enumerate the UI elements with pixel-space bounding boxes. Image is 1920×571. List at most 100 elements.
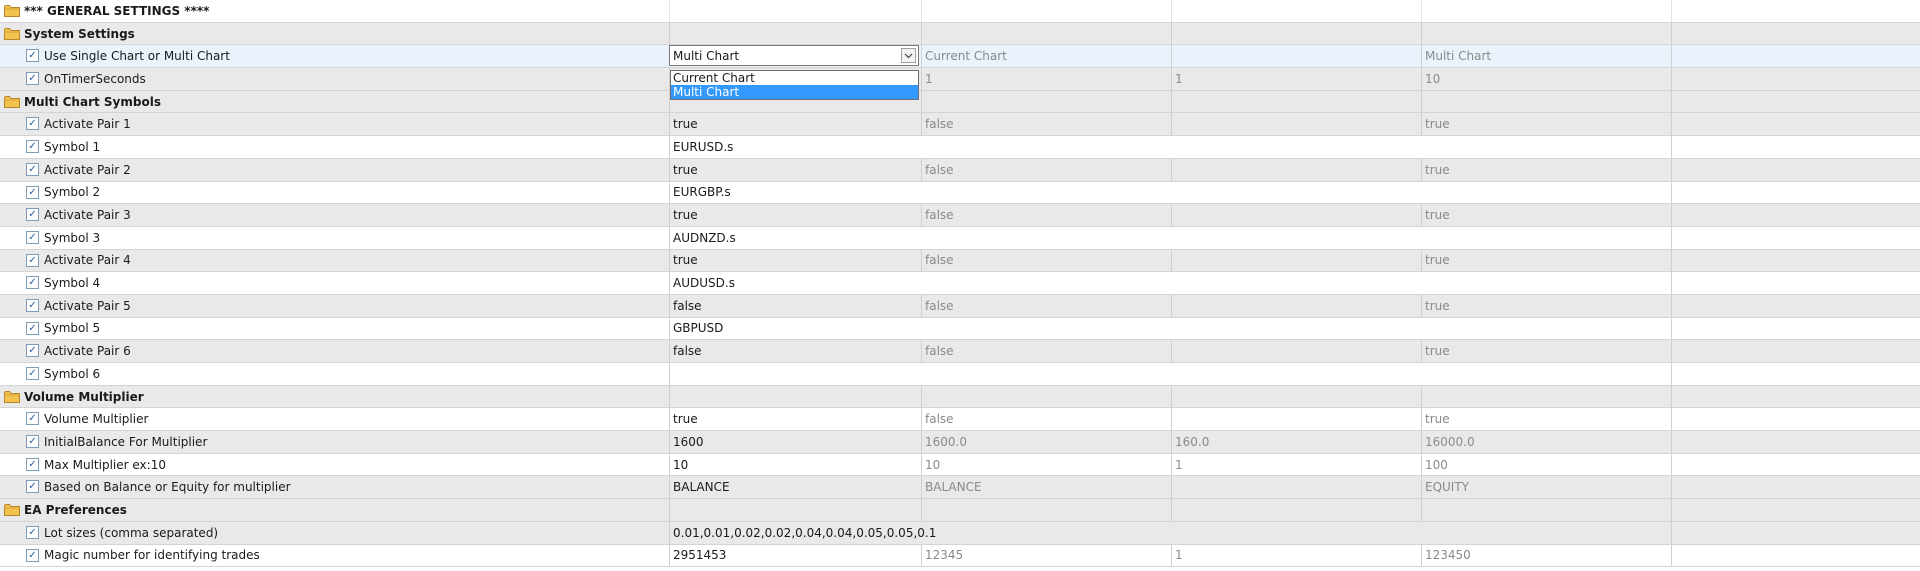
step-cell[interactable] — [1171, 158, 1421, 181]
checkbox-checked-icon[interactable]: ✓ — [26, 208, 39, 222]
stop-cell[interactable]: true — [1421, 158, 1671, 181]
checkbox-checked-icon[interactable]: ✓ — [26, 117, 39, 131]
param-row-activate-pair-5[interactable]: ✓ Activate Pair 5 false false true — [0, 294, 1920, 318]
start-cell[interactable]: 10 — [921, 453, 1171, 476]
value-cell[interactable]: AUDNZD.s — [669, 226, 1671, 249]
group-row-system-settings[interactable]: System Settings — [0, 22, 1920, 46]
param-row-symbol-1[interactable]: ✓ Symbol 1 EURUSD.s — [0, 136, 1920, 159]
value-cell[interactable]: true — [669, 113, 921, 136]
checkbox-checked-icon[interactable]: ✓ — [26, 525, 39, 539]
stop-cell[interactable]: true — [1421, 249, 1671, 272]
checkbox-checked-icon[interactable]: ✓ — [26, 298, 39, 312]
param-row-ontimerseconds[interactable]: ✓ OnTimerSeconds 1 1 10 — [0, 68, 1920, 91]
param-row-symbol-6[interactable]: ✓ Symbol 6 — [0, 363, 1920, 386]
folder-icon[interactable] — [4, 4, 20, 17]
chevron-down-icon[interactable] — [901, 48, 916, 64]
value-cell[interactable]: EURGBP.s — [669, 181, 1671, 204]
start-cell[interactable]: false — [921, 204, 1171, 226]
folder-icon[interactable] — [4, 27, 20, 40]
group-row-ea-preferences[interactable]: EA Preferences — [0, 499, 1920, 522]
checkbox-checked-icon[interactable]: ✓ — [26, 253, 39, 267]
folder-icon[interactable] — [4, 95, 20, 108]
value-cell[interactable]: EURUSD.s — [669, 136, 1671, 158]
param-row-symbol-5[interactable]: ✓ Symbol 5 GBPUSD — [0, 317, 1920, 341]
param-row-activate-pair-6[interactable]: ✓ Activate Pair 6 false false true — [0, 340, 1920, 363]
group-row-multi-chart-symbols[interactable]: Multi Chart Symbols — [0, 90, 1920, 114]
value-cell[interactable]: 2951453 — [669, 544, 921, 567]
group-row-volume-multiplier[interactable]: Volume Multiplier — [0, 385, 1920, 409]
chart-mode-dropdown[interactable]: Current Chart Multi Chart — [670, 70, 919, 100]
start-cell[interactable]: false — [921, 249, 1171, 272]
checkbox-checked-icon[interactable]: ✓ — [26, 367, 39, 380]
param-row-activate-pair-2[interactable]: ✓ Activate Pair 2 true false true — [0, 158, 1920, 182]
param-row-volume-multiplier[interactable]: ✓ Volume Multiplier true false true — [0, 408, 1920, 432]
checkbox-checked-icon[interactable]: ✓ — [26, 435, 39, 449]
checkbox-checked-icon[interactable]: ✓ — [26, 140, 39, 154]
start-cell[interactable]: false — [921, 158, 1171, 181]
step-cell[interactable] — [1171, 113, 1421, 136]
value-cell[interactable]: GBPUSD — [669, 317, 1671, 340]
folder-icon[interactable] — [4, 503, 20, 517]
stop-cell[interactable]: true — [1421, 294, 1671, 317]
value-cell[interactable]: 1600 — [669, 431, 921, 453]
stop-cell[interactable]: Multi Chart — [1421, 45, 1671, 68]
stop-cell[interactable]: 16000.0 — [1421, 431, 1671, 453]
param-row-activate-pair-1[interactable]: ✓ Activate Pair 1 true false true — [0, 113, 1920, 137]
step-cell[interactable]: 160.0 — [1171, 431, 1421, 453]
stop-cell[interactable]: true — [1421, 408, 1671, 431]
start-cell[interactable]: false — [921, 294, 1171, 317]
checkbox-checked-icon[interactable]: ✓ — [26, 276, 39, 290]
step-cell[interactable] — [1171, 45, 1421, 68]
step-cell[interactable] — [1171, 340, 1421, 362]
step-cell[interactable]: 1 — [1171, 453, 1421, 476]
value-cell[interactable]: true — [669, 249, 921, 272]
stop-cell[interactable]: 10 — [1421, 68, 1671, 90]
checkbox-checked-icon[interactable]: ✓ — [26, 344, 39, 358]
step-cell[interactable] — [1171, 249, 1421, 272]
step-cell[interactable] — [1171, 204, 1421, 226]
param-row-initialbalance-for-multiplier[interactable]: ✓ InitialBalance For Multiplier 1600 1600.0… — [0, 431, 1920, 454]
start-cell[interactable]: 12345 — [921, 544, 1171, 567]
value-cell[interactable]: true — [669, 408, 921, 431]
value-cell[interactable]: 10 — [669, 453, 921, 476]
stop-cell[interactable]: 123450 — [1421, 544, 1671, 567]
param-row-magic-number-for-identifying-trades[interactable]: ✓ Magic number for identifying trades 2951… — [0, 544, 1920, 568]
param-row-based-on-balance-or-equity-for-multiplier[interactable]: ✓ Based on Balance or Equity for multipli… — [0, 476, 1920, 500]
dropdown-option-multi-chart[interactable]: Multi Chart — [671, 85, 918, 99]
step-cell[interactable] — [1171, 476, 1421, 499]
folder-icon[interactable] — [4, 390, 20, 403]
checkbox-checked-icon[interactable]: ✓ — [26, 72, 39, 86]
checkbox-checked-icon[interactable]: ✓ — [26, 457, 39, 471]
checkbox-checked-icon[interactable]: ✓ — [26, 49, 39, 63]
checkbox-checked-icon[interactable]: ✓ — [26, 548, 39, 562]
dropdown-option-current-chart[interactable]: Current Chart — [671, 71, 918, 85]
start-cell[interactable]: BALANCE — [921, 476, 1171, 499]
step-cell[interactable]: 1 — [1171, 544, 1421, 567]
value-cell[interactable]: false — [669, 340, 921, 362]
param-row-max-multiplier-ex-10[interactable]: ✓ Max Multiplier ex:10 10 10 1 100 — [0, 453, 1920, 477]
step-cell[interactable] — [1171, 408, 1421, 431]
stop-cell[interactable]: true — [1421, 204, 1671, 226]
start-cell[interactable]: 1600.0 — [921, 431, 1171, 453]
param-row-symbol-2[interactable]: ✓ Symbol 2 EURGBP.s — [0, 181, 1920, 205]
value-cell[interactable]: 0.01,0.01,0.02,0.02,0.04,0.04,0.05,0.05,… — [669, 521, 1671, 544]
start-cell[interactable]: 1 — [921, 68, 1171, 90]
param-row-activate-pair-4[interactable]: ✓ Activate Pair 4 true false true — [0, 249, 1920, 273]
param-row-lot-sizes-comma-separated[interactable]: ✓ Lot sizes (comma separated) 0.01,0.01,0.… — [0, 521, 1920, 545]
value-cell[interactable]: AUDUSD.s — [669, 272, 1671, 294]
group-row-general-settings[interactable]: *** GENERAL SETTINGS **** — [0, 0, 1920, 23]
start-cell[interactable]: false — [921, 340, 1171, 362]
stop-cell[interactable]: true — [1421, 113, 1671, 136]
param-row-use-single-chart-or-multi-chart[interactable]: ✓ Use Single Chart or Multi Chart Multi Ch… — [0, 45, 1920, 69]
param-row-activate-pair-3[interactable]: ✓ Activate Pair 3 true false true — [0, 204, 1920, 227]
checkbox-checked-icon[interactable]: ✓ — [26, 321, 39, 335]
param-row-symbol-3[interactable]: ✓ Symbol 3 AUDNZD.s — [0, 226, 1920, 250]
value-cell[interactable]: BALANCE — [669, 476, 921, 499]
checkbox-checked-icon[interactable]: ✓ — [26, 162, 39, 176]
value-cell[interactable] — [669, 363, 1671, 385]
checkbox-checked-icon[interactable]: ✓ — [26, 480, 39, 494]
stop-cell[interactable]: true — [1421, 340, 1671, 362]
stop-cell[interactable]: 100 — [1421, 453, 1671, 476]
value-cell[interactable]: false — [669, 294, 921, 317]
start-cell[interactable]: Current Chart — [921, 45, 1171, 68]
